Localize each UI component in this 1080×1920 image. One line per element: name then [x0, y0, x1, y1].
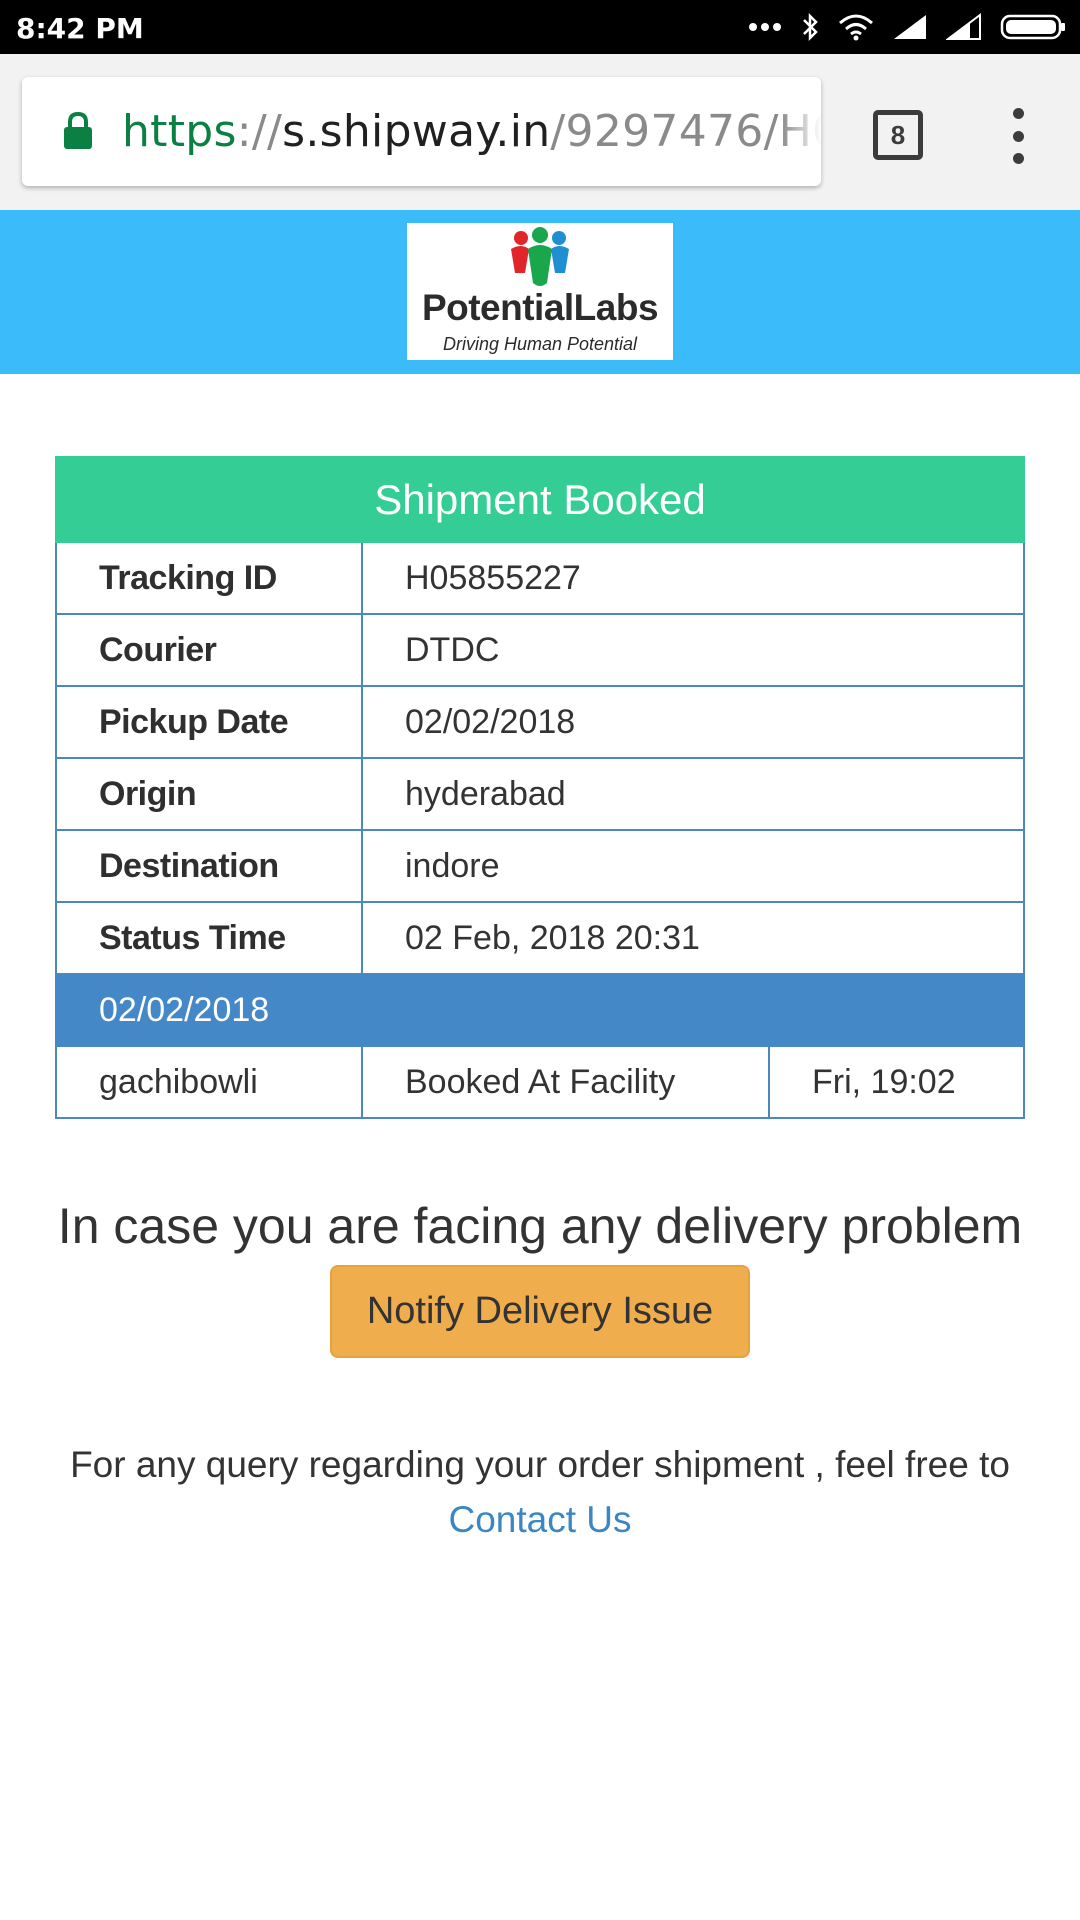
- destination-value: indore: [361, 829, 1025, 903]
- event-status: Booked At Facility: [361, 1045, 770, 1119]
- tab-switcher-button[interactable]: 8: [873, 110, 923, 160]
- people-logo-icon: [497, 227, 583, 296]
- event-location: gachibowli: [55, 1045, 363, 1119]
- table-title-row: Shipment Booked: [55, 456, 1025, 543]
- brand-header: PotentialLabs Driving Human Potential: [0, 210, 1080, 374]
- contact-us-link[interactable]: Contact Us: [0, 1499, 1080, 1541]
- detail-row-origin: Origin hyderabad: [55, 757, 1025, 831]
- address-bar[interactable]: https://s.shipway.in/9297476/H05855227: [22, 77, 821, 186]
- battery-icon: [1000, 13, 1066, 41]
- wifi-icon: [838, 13, 874, 41]
- status-bar: 8:42 PM: [0, 0, 1080, 54]
- history-date: 02/02/2018: [55, 973, 1025, 1047]
- tracking-table: Shipment Booked Tracking ID H05855227 Co…: [55, 456, 1025, 1119]
- detail-label: Courier: [55, 613, 363, 687]
- lock-icon: [62, 111, 94, 156]
- url-scheme: https: [122, 106, 237, 157]
- signal-strength-icon: [892, 13, 928, 41]
- history-event-row: gachibowli Booked At Facility Fri, 19:02: [55, 1045, 1025, 1119]
- url-separator: ://: [236, 106, 283, 157]
- detail-label: Pickup Date: [55, 685, 363, 759]
- pickup-date-value: 02/02/2018: [361, 685, 1025, 759]
- detail-row-courier: Courier DTDC: [55, 613, 1025, 687]
- detail-row-tracking-id: Tracking ID H05855227: [55, 541, 1025, 615]
- menu-dot: [1012, 130, 1024, 142]
- notify-delivery-issue-button[interactable]: Notify Delivery Issue: [330, 1265, 750, 1358]
- bluetooth-icon: [800, 12, 820, 42]
- browser-toolbar: https://s.shipway.in/9297476/H05855227 8: [0, 54, 1080, 210]
- brand-tagline: Driving Human Potential: [442, 334, 638, 354]
- detail-label: Destination: [55, 829, 363, 903]
- history-date-row: 02/02/2018: [55, 973, 1025, 1047]
- brand-name: PotentialLabs: [421, 287, 659, 328]
- url-host: s.shipway.in: [282, 106, 551, 157]
- courier-value: DTDC: [361, 613, 1025, 687]
- detail-row-status-time: Status Time 02 Feb, 2018 20:31: [55, 901, 1025, 975]
- query-text: For any query regarding your order shipm…: [70, 1444, 1010, 1485]
- overflow-menu-button[interactable]: [996, 108, 1040, 164]
- shipment-status-title: Shipment Booked: [55, 456, 1025, 543]
- origin-value: hyderabad: [361, 757, 1025, 831]
- status-time-value: 02 Feb, 2018 20:31: [361, 901, 1025, 975]
- tracking-id-value: H05855227: [361, 541, 1025, 615]
- menu-dot: [1012, 108, 1024, 119]
- more-notifications-icon: [748, 22, 782, 32]
- menu-dot: [1012, 153, 1024, 164]
- brand-logo[interactable]: PotentialLabs Driving Human Potential: [407, 223, 673, 360]
- detail-label: Status Time: [55, 901, 363, 975]
- status-icons: [748, 10, 1066, 44]
- detail-label: Tracking ID: [55, 541, 363, 615]
- status-time: 8:42 PM: [16, 12, 144, 45]
- detail-label: Origin: [55, 757, 363, 831]
- detail-row-pickup-date: Pickup Date 02/02/2018: [55, 685, 1025, 759]
- signal-strength-2-icon: [946, 13, 982, 41]
- event-time: Fri, 19:02: [768, 1045, 1025, 1119]
- url-text: https://s.shipway.in/9297476/H05855227: [122, 106, 821, 157]
- url-fade: [781, 77, 821, 186]
- delivery-problem-text: In case you are facing any delivery prob…: [57, 1198, 1023, 1254]
- detail-row-destination: Destination indore: [55, 829, 1025, 903]
